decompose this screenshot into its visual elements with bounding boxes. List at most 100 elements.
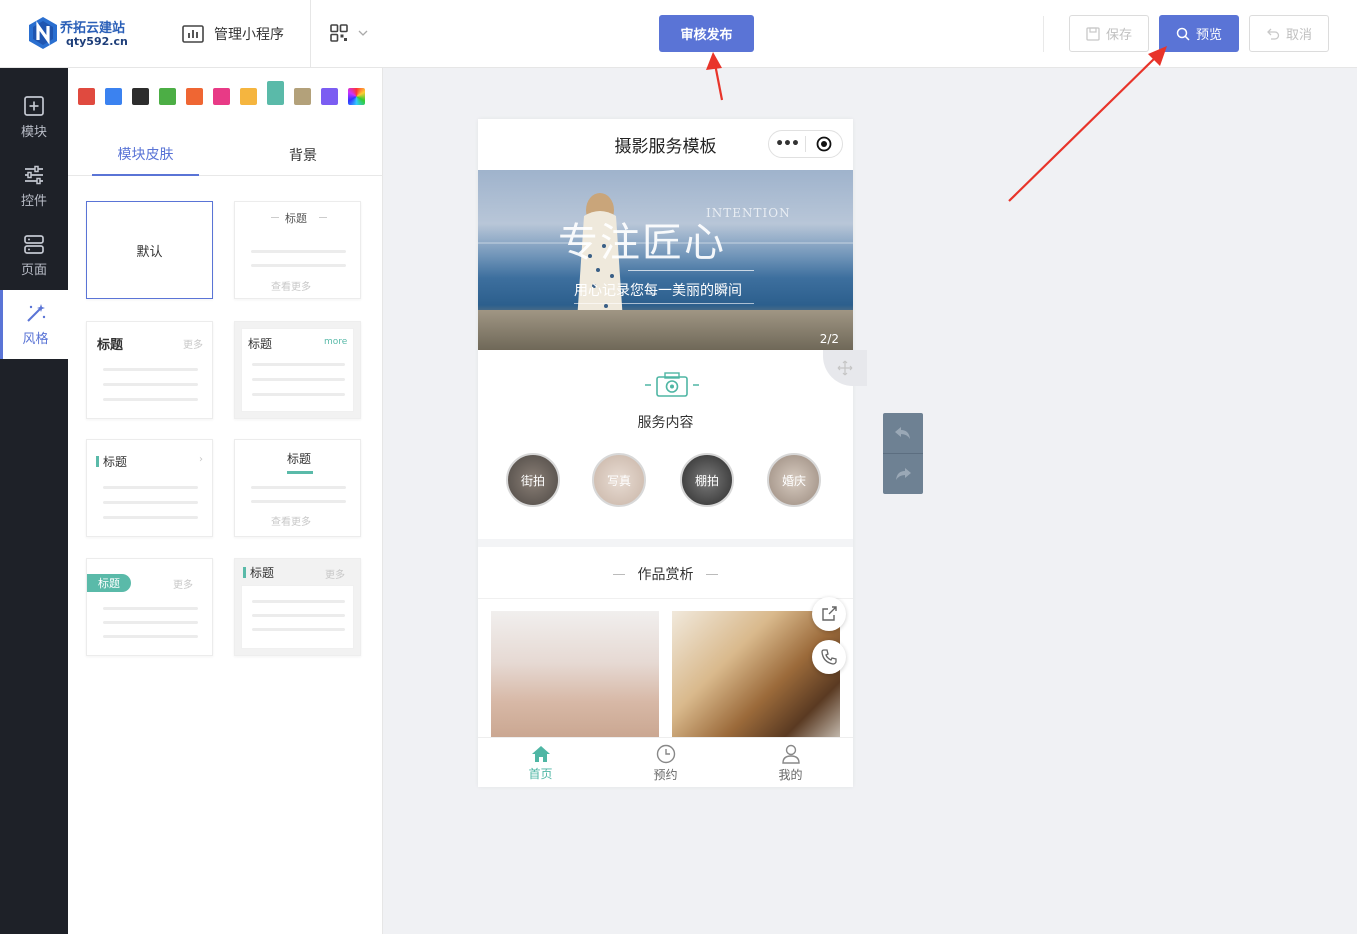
banner-en-text: INTENTION (706, 206, 791, 220)
save-label: 保存 (1105, 28, 1132, 43)
skin-card-8[interactable]: 标题 更多 (234, 558, 361, 656)
redo-icon[interactable] (883, 454, 923, 494)
works-section[interactable]: 作品赏析 (478, 547, 853, 737)
skin-card-5[interactable]: 标题 › (86, 439, 213, 537)
service-item-studio[interactable]: 棚拍 (680, 453, 734, 507)
work-photo[interactable] (491, 611, 659, 737)
skin-card-4[interactable]: 标题 more (234, 321, 361, 419)
color-swatch-khaki[interactable] (294, 88, 311, 105)
style-panel: 模块皮肤 背景 默认 标题 查看更多 标题 更多 标题 more 标题 › 标题… (68, 68, 383, 934)
publish-button[interactable]: 审核发布 (659, 15, 754, 52)
skin-more: 更多 (173, 580, 193, 591)
tabbar-item-home[interactable]: 首页 (478, 738, 603, 788)
tab-module-skin[interactable]: 模块皮肤 (92, 134, 199, 176)
tabbar-item-mine[interactable]: 我的 (728, 738, 853, 788)
magic-wand-icon (26, 304, 45, 322)
logo-mark-icon (29, 17, 57, 49)
tabbar-label: 预约 (653, 767, 678, 782)
home-icon (531, 745, 550, 762)
bar-chart-icon (182, 25, 204, 43)
move-handle-icon[interactable] (823, 350, 867, 386)
color-swatches (78, 81, 375, 105)
preview-button[interactable]: 预览 (1159, 15, 1239, 52)
phone-header: 摄影服务模板 ••• (478, 119, 853, 170)
skin-card-7[interactable]: 标题 更多 (86, 558, 213, 656)
skin-card-3[interactable]: 标题 更多 (86, 321, 213, 419)
color-swatch-teal-selected[interactable] (267, 81, 284, 105)
skin-view-more: 查看更多 (271, 282, 311, 293)
skin-card-2[interactable]: 标题 查看更多 (234, 201, 361, 299)
color-swatch-purple[interactable] (321, 88, 338, 105)
manage-miniprogram-button[interactable]: 管理小程序 (182, 22, 284, 46)
clock-icon (656, 744, 675, 763)
divider (310, 0, 311, 68)
left-nav: 模块 控件 页面 风格 (0, 68, 68, 934)
share-icon[interactable] (812, 597, 846, 631)
search-icon (1176, 27, 1190, 41)
logo-domain: qty592.cn (66, 35, 128, 48)
color-swatch-red[interactable] (78, 88, 95, 105)
miniprogram-capsule[interactable]: ••• (768, 130, 843, 158)
skin-card-default[interactable]: 默认 (86, 201, 213, 299)
tabbar-item-booking[interactable]: 预约 (603, 738, 728, 788)
save-icon (1086, 26, 1100, 41)
phone-call-icon[interactable] (812, 640, 846, 674)
camera-icon (645, 372, 699, 397)
close-target-icon[interactable] (806, 136, 842, 152)
nav-item-page[interactable]: 页面 (0, 221, 68, 290)
service-item-street[interactable]: 街拍 (506, 453, 560, 507)
nav-item-module[interactable]: 模块 (0, 83, 68, 152)
color-swatch-custom[interactable] (348, 88, 365, 105)
plus-square-icon (24, 96, 44, 116)
skin-title: 标题 (248, 337, 273, 351)
color-swatch-pink[interactable] (213, 88, 230, 105)
chevron-down-icon (358, 30, 368, 36)
app-grid-dropdown[interactable] (330, 24, 368, 42)
nav-label: 页面 (20, 263, 47, 278)
cancel-label: 取消 (1285, 28, 1312, 43)
undo-redo-group (883, 413, 923, 494)
more-dots-icon[interactable]: ••• (769, 136, 805, 152)
skin-title: 标题 (97, 338, 124, 353)
skin-title: 标题 (103, 455, 128, 469)
logo[interactable]: 乔拓云建站 qty592.cn (28, 14, 138, 54)
color-swatch-yellow[interactable] (240, 88, 257, 105)
works-title: 作品赏析 (637, 567, 694, 583)
nav-label: 风格 (22, 332, 49, 347)
color-swatch-black[interactable] (132, 88, 149, 105)
cancel-button[interactable]: 取消 (1249, 15, 1329, 52)
logo-title: 乔拓云建站 (60, 21, 126, 36)
nav-item-style[interactable]: 风格 (0, 290, 68, 359)
service-item-portrait[interactable]: 写真 (592, 453, 646, 507)
service-item-wedding[interactable]: 婚庆 (767, 453, 821, 507)
color-swatch-blue[interactable] (105, 88, 122, 105)
pages-icon (24, 235, 44, 254)
color-swatch-orange[interactable] (186, 88, 203, 105)
panel-tabs: 模块皮肤 背景 (68, 134, 383, 176)
skin-default-label: 默认 (136, 244, 163, 260)
color-swatch-green[interactable] (159, 88, 176, 105)
skin-title: 标题 (285, 212, 307, 225)
user-icon (781, 744, 800, 764)
banner-carousel[interactable]: 专注匠心 INTENTION 用心记录您每一美丽的瞬间 2/2 (478, 170, 853, 350)
save-button[interactable]: 保存 (1069, 15, 1149, 52)
skin-view-more: 查看更多 (271, 517, 311, 528)
sliders-icon (25, 165, 43, 185)
chevron-right-icon: › (199, 454, 203, 465)
banner-headline: 专注匠心 (558, 220, 726, 266)
divider (1043, 16, 1044, 52)
tab-background[interactable]: 背景 (253, 134, 353, 176)
app-grid-icon (330, 24, 348, 42)
banner-index: 2/2 (819, 332, 839, 346)
services-section[interactable]: 服务内容 街拍 写真 棚拍 婚庆 (478, 350, 867, 539)
undo-icon[interactable] (883, 413, 923, 453)
skin-title: 标题 (287, 452, 312, 466)
nav-item-widget[interactable]: 控件 (0, 152, 68, 221)
manage-label: 管理小程序 (214, 27, 284, 43)
skin-more: 更多 (325, 570, 345, 581)
work-photo[interactable] (672, 611, 840, 737)
skin-card-6[interactable]: 标题 查看更多 (234, 439, 361, 537)
services-title: 服务内容 (637, 415, 694, 431)
tabbar-label: 首页 (528, 766, 553, 781)
nav-label: 控件 (20, 194, 47, 209)
